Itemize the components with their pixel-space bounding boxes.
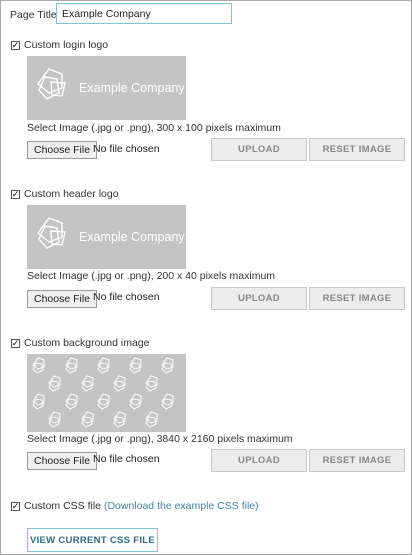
background-image-no-file-text: No file chosen xyxy=(93,453,160,465)
page-title-input[interactable] xyxy=(56,3,232,24)
login-logo-preview: Example Company xyxy=(27,56,186,120)
custom-css-checkbox-label: Custom CSS file xyxy=(24,500,102,512)
check-mark-icon: ✓ xyxy=(11,501,20,511)
header-logo-no-file-text: No file chosen xyxy=(93,291,160,303)
view-css-button[interactable]: VIEW CURRENT CSS FILE xyxy=(27,528,158,552)
header-logo-checkbox[interactable]: ✓ xyxy=(11,190,20,199)
header-logo-preview-text: Example Company xyxy=(79,230,185,244)
header-logo-preview: Example Company xyxy=(27,205,186,269)
background-image-preview xyxy=(27,354,186,432)
custom-css-checkbox[interactable]: ✓ xyxy=(11,502,20,511)
check-mark-icon: ✓ xyxy=(11,40,20,50)
login-logo-checkbox[interactable]: ✓ xyxy=(11,41,20,50)
background-image-checkbox-label: Custom background image xyxy=(24,337,150,349)
background-image-choose-file-button[interactable]: Choose File xyxy=(27,452,98,470)
login-logo-no-file-text: No file chosen xyxy=(93,143,160,155)
logo-icon xyxy=(37,68,66,100)
login-logo-hint: Select Image (.jpg or .png), 300 x 100 p… xyxy=(27,122,281,134)
login-logo-checkbox-label: Custom login logo xyxy=(24,39,109,51)
header-logo-hint: Select Image (.jpg or .png), 200 x 40 pi… xyxy=(27,270,276,282)
download-css-link-close: ) xyxy=(255,500,259,512)
download-css-link[interactable]: Download the example CSS file xyxy=(107,500,255,512)
logo-pattern-icon xyxy=(32,357,174,428)
custom-css-row: Custom CSS file (Download the example CS… xyxy=(24,500,259,512)
header-logo-choose-file-button[interactable]: Choose File xyxy=(27,290,98,308)
background-image-checkbox[interactable]: ✓ xyxy=(11,339,20,348)
header-logo-checkbox-label: Custom header logo xyxy=(24,188,119,200)
login-logo-preview-text: Example Company xyxy=(79,81,185,95)
logo-icon xyxy=(37,217,66,249)
login-logo-reset-button[interactable]: RESET IMAGE xyxy=(309,138,405,161)
check-mark-icon: ✓ xyxy=(11,338,20,348)
page-title-label: Page Title xyxy=(10,9,57,21)
login-logo-upload-button[interactable]: UPLOAD xyxy=(211,138,307,161)
background-image-hint: Select Image (.jpg or .png), 3840 x 2160… xyxy=(27,433,293,445)
header-logo-reset-button[interactable]: RESET IMAGE xyxy=(309,287,405,310)
check-mark-icon: ✓ xyxy=(11,189,20,199)
login-logo-choose-file-button[interactable]: Choose File xyxy=(27,141,98,159)
header-logo-upload-button[interactable]: UPLOAD xyxy=(211,287,307,310)
background-image-reset-button[interactable]: RESET IMAGE xyxy=(309,449,405,472)
background-image-upload-button[interactable]: UPLOAD xyxy=(211,449,307,472)
